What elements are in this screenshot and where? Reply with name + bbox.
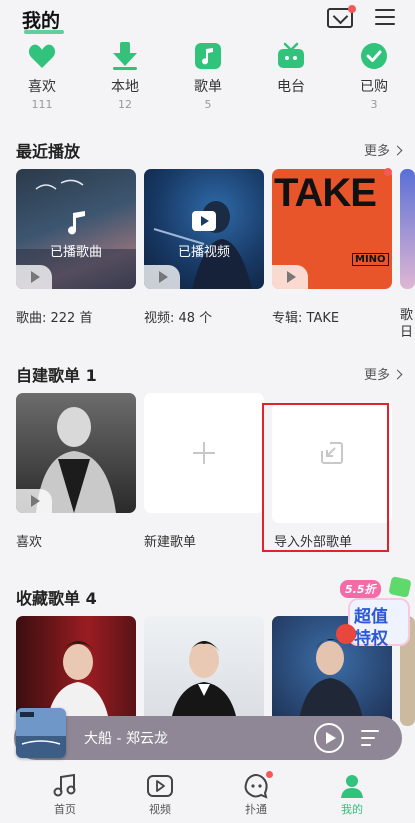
quick-label: 电台 bbox=[277, 79, 305, 95]
section-title-recent: 最近播放 bbox=[16, 142, 81, 161]
play-button[interactable] bbox=[16, 265, 52, 289]
playlist-queue-icon[interactable] bbox=[361, 728, 383, 748]
music-note-icon bbox=[52, 773, 78, 799]
promo-box: 超值 特权 bbox=[348, 598, 410, 649]
play-icon bbox=[158, 271, 168, 283]
card-overlay-label: 已播视频 bbox=[177, 245, 230, 260]
chevron-right-icon bbox=[392, 145, 403, 156]
quick-label: 已购 bbox=[360, 79, 388, 95]
music-note-icon bbox=[194, 42, 222, 70]
more-label: 更多 bbox=[363, 368, 390, 383]
header: 我的 bbox=[0, 0, 415, 40]
mail-icon[interactable] bbox=[327, 5, 356, 28]
nav-mine[interactable]: 我的 bbox=[322, 773, 382, 817]
section-title-favorites: 收藏歌单 4 bbox=[16, 589, 97, 608]
nav-putong[interactable]: 扑通 bbox=[226, 771, 286, 817]
card-overlay-label: 已播歌曲 bbox=[49, 245, 102, 260]
recent-songs-card[interactable]: 已播歌曲 bbox=[16, 169, 136, 289]
chevron-right-icon bbox=[392, 369, 403, 380]
download-icon bbox=[111, 42, 139, 70]
quick-label: 本地 bbox=[111, 79, 139, 95]
quick-label: 喜欢 bbox=[28, 79, 56, 95]
quick-label: 歌单 bbox=[194, 79, 222, 95]
play-circle-icon[interactable] bbox=[314, 723, 344, 753]
cover-art bbox=[16, 708, 66, 758]
card-label: 专辑: TAKE bbox=[272, 311, 340, 326]
notification-dot bbox=[266, 771, 273, 778]
card-label: 视频: 48 个 bbox=[144, 311, 213, 326]
created-more-link[interactable]: 更多 bbox=[363, 364, 403, 383]
now-playing-title: 大船 - 郑云龙 bbox=[84, 731, 168, 747]
play-icon bbox=[30, 271, 40, 283]
quick-item-radio[interactable]: 电台 bbox=[256, 42, 326, 98]
card-label: 歌曲: 222 首 bbox=[16, 311, 93, 326]
music-note-icon bbox=[68, 211, 85, 235]
play-button[interactable] bbox=[272, 265, 308, 289]
more-label: 更多 bbox=[363, 144, 390, 159]
nav-label: 扑通 bbox=[245, 803, 267, 816]
quick-item-playlist[interactable]: 歌单 5 bbox=[173, 42, 243, 111]
recent-album-card[interactable]: TAKE MINO bbox=[272, 169, 392, 289]
person-icon bbox=[339, 773, 365, 799]
tv-icon bbox=[277, 42, 305, 70]
nav-home[interactable]: 首页 bbox=[35, 773, 95, 817]
card-label: 歌 日 bbox=[400, 308, 414, 340]
menu-icon[interactable] bbox=[375, 8, 395, 26]
quick-item-like[interactable]: 喜欢 111 bbox=[7, 42, 77, 111]
nav-video[interactable]: 视频 bbox=[130, 773, 190, 817]
quick-count: 12 bbox=[118, 98, 132, 111]
quick-item-purchased[interactable]: 已购 3 bbox=[339, 42, 409, 111]
quick-count: 111 bbox=[31, 98, 53, 111]
quick-item-local[interactable]: 本地 12 bbox=[90, 42, 160, 111]
favorite-playlist-2[interactable] bbox=[144, 616, 264, 726]
gift-icon bbox=[388, 576, 412, 598]
recent-videos-card[interactable]: 已播视频 bbox=[144, 169, 264, 289]
recent-more-link[interactable]: 更多 bbox=[363, 140, 403, 159]
mascot-icon bbox=[336, 624, 356, 644]
recent-daily-card[interactable] bbox=[400, 169, 415, 289]
notification-dot bbox=[348, 5, 356, 13]
nav-label: 首页 bbox=[54, 803, 76, 816]
title-underline bbox=[24, 30, 64, 34]
play-icon bbox=[286, 271, 296, 283]
play-button[interactable] bbox=[16, 489, 52, 513]
page-title: 我的 bbox=[22, 10, 61, 32]
card-label: 喜欢 bbox=[16, 535, 43, 550]
now-playing-cover[interactable] bbox=[16, 708, 66, 758]
liked-playlist-card[interactable] bbox=[16, 393, 136, 513]
highlight-box bbox=[262, 403, 389, 552]
cover-art bbox=[170, 641, 238, 726]
notification-dot bbox=[384, 168, 392, 176]
album-cover-sub: MINO bbox=[352, 253, 389, 266]
chat-icon bbox=[243, 771, 273, 799]
heart-icon bbox=[28, 42, 56, 70]
card-label: 新建歌单 bbox=[144, 535, 197, 550]
promo-text-2: 特权 bbox=[354, 629, 388, 649]
quick-row: 喜欢 111 本地 12 歌单 5 电台 已购 3 bbox=[0, 42, 415, 114]
video-icon bbox=[147, 773, 173, 799]
nav-label: 视频 bbox=[149, 803, 171, 816]
video-icon bbox=[192, 211, 216, 231]
section-title-created: 自建歌单 1 bbox=[16, 366, 97, 385]
new-playlist-card[interactable] bbox=[144, 393, 264, 513]
play-icon bbox=[30, 495, 40, 507]
quick-count: 5 bbox=[204, 98, 212, 111]
promo-badge[interactable]: 5.5折 超值 特权 bbox=[336, 576, 415, 649]
bottom-nav: 首页 视频 扑通 我的 bbox=[0, 763, 415, 823]
quick-count: 3 bbox=[370, 98, 378, 111]
plus-icon bbox=[193, 442, 215, 464]
promo-tag: 5.5折 bbox=[340, 580, 381, 598]
nav-label: 我的 bbox=[341, 803, 363, 816]
check-icon bbox=[360, 42, 388, 70]
album-cover-text: TAKE bbox=[274, 171, 377, 215]
play-button[interactable] bbox=[144, 265, 180, 289]
mini-player[interactable]: 大船 - 郑云龙 bbox=[14, 716, 402, 760]
